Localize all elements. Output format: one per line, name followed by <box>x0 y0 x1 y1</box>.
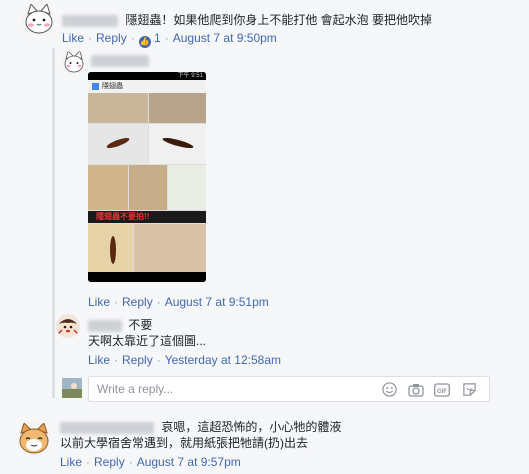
like-link[interactable]: Like <box>88 353 110 367</box>
like-link[interactable]: Like <box>62 31 84 45</box>
comment-text: 隱翅蟲！如果他爬到你身上不能打他 會起水泡 要把他吹掉 <box>125 13 433 27</box>
cat-avatar[interactable] <box>22 2 56 36</box>
commenter-name[interactable] <box>88 319 122 332</box>
reply-link[interactable]: Reply <box>94 455 125 469</box>
reply-link[interactable]: Reply <box>122 353 153 367</box>
reply-text-line2: 天啊太靠近了這個圖... <box>88 334 207 348</box>
reply-input[interactable] <box>89 377 349 401</box>
comment-actions: Like · Reply · August 7 at 9:57pm <box>60 455 241 469</box>
commenter-name[interactable] <box>62 14 118 27</box>
commenter-name[interactable] <box>91 55 149 67</box>
image-grid: 隱翅蟲不要拍!! <box>88 93 206 273</box>
phone-nav-bar <box>88 272 206 282</box>
timestamp[interactable]: August 7 at 9:57pm <box>137 455 241 469</box>
timestamp[interactable]: Yesterday at 12:58am <box>165 353 281 367</box>
comment-body: 隱翅蟲！如果他爬到你身上不能打他 會起水泡 要把他吹掉 <box>62 12 522 28</box>
emoji-icon[interactable] <box>381 381 398 398</box>
camera-icon[interactable] <box>407 381 424 398</box>
comment-actions: Like · Reply · 👍 1 · August 7 at 9:50pm <box>62 31 277 48</box>
like-reaction-icon[interactable]: 👍 <box>138 36 151 48</box>
like-link[interactable]: Like <box>88 295 110 309</box>
sticker-icon[interactable] <box>461 381 478 398</box>
reply-composer: GIF <box>88 376 490 402</box>
comment-text-line1: 哀嗯，這超恐怖的，小心牠的體液 <box>161 420 342 434</box>
my-avatar <box>62 378 82 398</box>
reply-link[interactable]: Reply <box>96 31 127 45</box>
comment-text-line2: 以前大學宿舍常遇到，就用紙張把牠請(扔)出去 <box>60 436 308 450</box>
phone-status-bar: 下午 9:51 <box>88 72 206 80</box>
cat-avatar[interactable] <box>62 50 86 74</box>
reply-actions: Like · Reply · Yesterday at 12:58am <box>88 353 282 367</box>
timestamp[interactable]: August 7 at 9:50pm <box>173 31 277 45</box>
svg-text:GIF: GIF <box>437 389 447 395</box>
reaction-count[interactable]: 1 <box>154 31 161 45</box>
reply-text-line1: 不要 <box>128 318 153 332</box>
cat-avatar[interactable] <box>16 420 52 456</box>
commenter-name[interactable] <box>60 421 154 434</box>
reply-actions: Like · Reply · August 7 at 9:51pm <box>88 295 269 309</box>
reply-link[interactable]: Reply <box>122 295 153 309</box>
timestamp[interactable]: August 7 at 9:51pm <box>165 295 269 309</box>
attached-screenshot-image[interactable]: 下午 9:51 隱翅蟲 隱翅蟲不要拍!! <box>88 72 206 282</box>
comment-body: 哀嗯，這超恐怖的，小心牠的體液 <box>60 419 520 435</box>
user-avatar[interactable] <box>56 314 80 338</box>
phone-search-bar: 隱翅蟲 <box>88 80 206 93</box>
thread-line <box>52 48 55 398</box>
gif-icon[interactable]: GIF <box>433 381 450 398</box>
like-link[interactable]: Like <box>60 455 82 469</box>
reply-body: 不要 <box>88 317 152 333</box>
